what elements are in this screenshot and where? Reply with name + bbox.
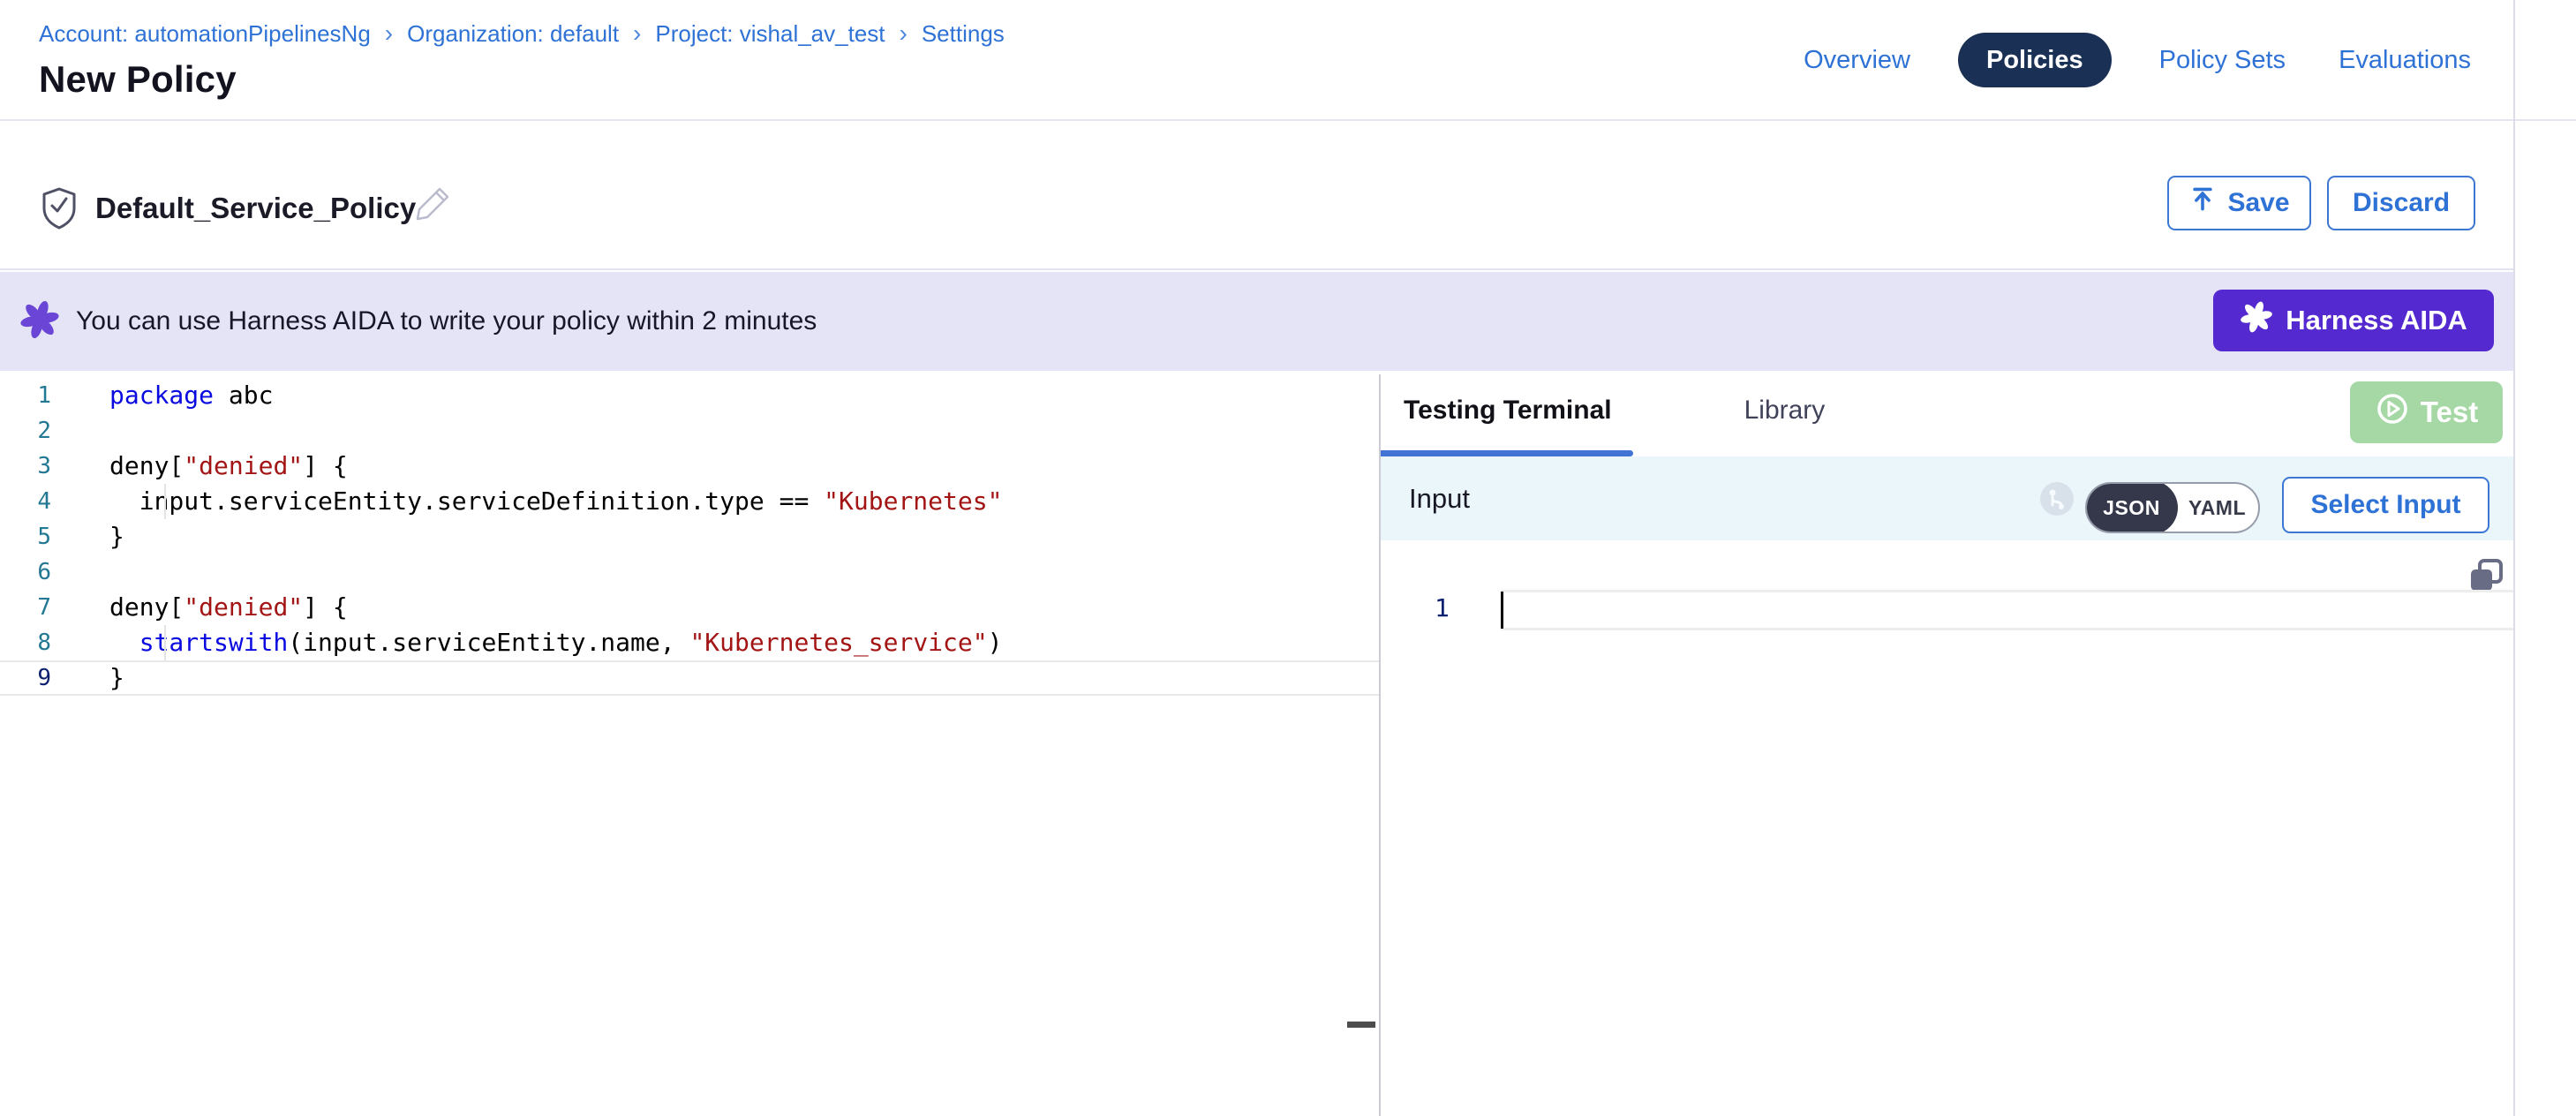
line-number: 7: [0, 590, 51, 625]
code-content: startswith(input.serviceEntity.name, "Ku…: [51, 625, 1002, 660]
select-input-label: Select Input: [2310, 490, 2460, 520]
test-button[interactable]: Test: [2350, 381, 2503, 443]
page-title: New Policy: [39, 58, 237, 101]
text-cursor: [1501, 592, 1503, 629]
line-number: 9: [0, 662, 51, 694]
input-graph-icon[interactable]: [2039, 481, 2075, 521]
copy-icon[interactable]: [2468, 558, 2504, 593]
policy-name: Default_Service_Policy: [95, 192, 416, 225]
breadcrumb-item-organization[interactable]: Organization: default: [407, 20, 619, 48]
terminal-tabs: Testing Terminal Library: [1404, 396, 1825, 426]
active-tab-underline: [1381, 450, 1633, 456]
discard-button[interactable]: Discard: [2327, 176, 2475, 230]
code-line-9[interactable]: 9}: [0, 660, 1379, 696]
input-current-line: [1501, 590, 2513, 630]
line-number: 3: [0, 449, 51, 484]
input-editor[interactable]: 1: [1381, 540, 2513, 1116]
format-option-yaml[interactable]: YAML: [2176, 482, 2258, 533]
code-line-4[interactable]: 4 input.serviceEntity.serviceDefinition.…: [0, 484, 1379, 519]
line-number: 8: [0, 625, 51, 660]
new-policy-page: { "colors": { "link_blue": "#2f72d6", "a…: [0, 0, 2576, 1116]
overview-ruler-cursor-marker: [1347, 1022, 1375, 1028]
line-number: 4: [0, 484, 51, 519]
breadcrumb-item-settings[interactable]: Settings: [922, 20, 1005, 48]
input-label: Input: [1409, 483, 1470, 515]
aida-banner-text: You can use Harness AIDA to write your p…: [76, 306, 817, 336]
nav-tab-policies[interactable]: Policies: [1958, 33, 2112, 87]
test-button-label: Test: [2421, 396, 2478, 429]
format-option-json[interactable]: JSON: [2085, 482, 2178, 533]
breadcrumb-item-project[interactable]: Project: vishal_av_test: [655, 20, 885, 48]
edit-policy-name-icon[interactable]: [413, 185, 452, 228]
nav-tab-overview[interactable]: Overview: [1798, 33, 1916, 87]
format-toggle: JSONYAML: [2085, 482, 2260, 533]
breadcrumb-separator: ›: [385, 19, 393, 48]
nav-tab-policy-sets[interactable]: Policy Sets: [2154, 33, 2291, 87]
nav-tabs: Overview Policies Policy Sets Evaluations: [1798, 32, 2476, 88]
code-content: deny["denied"] {: [51, 449, 348, 484]
line-number: 6: [0, 554, 51, 590]
indent-guide: [164, 625, 166, 660]
nav-tab-evaluations[interactable]: Evaluations: [2333, 33, 2476, 87]
code-line-5[interactable]: 5}: [0, 519, 1379, 554]
line-number: 1: [0, 378, 51, 413]
code-line-3[interactable]: 3deny["denied"] {: [0, 449, 1379, 484]
code-content: input.serviceEntity.serviceDefinition.ty…: [51, 484, 1002, 519]
code-line-1[interactable]: 1package abc: [0, 378, 1379, 413]
code-lines: 1package abc23deny["denied"] {4 input.se…: [0, 378, 1379, 696]
save-button[interactable]: Save: [2167, 176, 2311, 230]
code-content: }: [51, 662, 124, 694]
select-input-button[interactable]: Select Input: [2282, 477, 2489, 533]
scrollbar-gutter-border: [2513, 0, 2515, 1116]
policy-shield-icon: [39, 186, 79, 235]
code-content: }: [51, 519, 124, 554]
code-content: [51, 554, 109, 590]
tab-library[interactable]: Library: [1744, 396, 1826, 426]
aida-button-flower-icon: [2240, 300, 2273, 341]
harness-aida-button[interactable]: Harness AIDA: [2213, 290, 2494, 351]
toolbar-row: Default_Service_Policy Save Discard: [0, 123, 2513, 270]
indent-guide: [164, 484, 166, 519]
line-number: 2: [0, 413, 51, 449]
policy-code-editor[interactable]: 1package abc23deny["denied"] {4 input.se…: [0, 374, 1379, 1116]
input-bar: Input JSONYAML Select Input: [1381, 456, 2513, 540]
code-line-7[interactable]: 7deny["denied"] {: [0, 590, 1379, 625]
code-content: package abc: [51, 378, 273, 413]
play-icon: [2375, 391, 2410, 434]
line-number: 5: [0, 519, 51, 554]
header: Account: automationPipelinesNg › Organizat…: [0, 0, 2576, 121]
discard-button-label: Discard: [2353, 188, 2450, 218]
breadcrumb-separator: ›: [900, 19, 908, 48]
tab-testing-terminal[interactable]: Testing Terminal: [1404, 396, 1612, 426]
code-content: deny["denied"] {: [51, 590, 348, 625]
aida-banner: You can use Harness AIDA to write your p…: [0, 272, 2513, 371]
save-button-label: Save: [2227, 188, 2289, 218]
code-line-8[interactable]: 8 startswith(input.serviceEntity.name, "…: [0, 625, 1379, 660]
breadcrumb-separator: ›: [633, 19, 641, 48]
code-content: [51, 413, 109, 449]
aida-button-label: Harness AIDA: [2286, 305, 2467, 336]
upload-icon: [2188, 185, 2217, 221]
input-line-number: 1: [1435, 593, 1450, 622]
testing-panel: Testing Terminal Library Test Input JSONY…: [1381, 374, 2513, 1116]
breadcrumb: Account: automationPipelinesNg › Organizat…: [39, 19, 1005, 48]
code-line-6[interactable]: 6: [0, 554, 1379, 590]
aida-flower-icon: [19, 299, 60, 344]
breadcrumb-item-account[interactable]: Account: automationPipelinesNg: [39, 20, 371, 48]
code-line-2[interactable]: 2: [0, 413, 1379, 449]
